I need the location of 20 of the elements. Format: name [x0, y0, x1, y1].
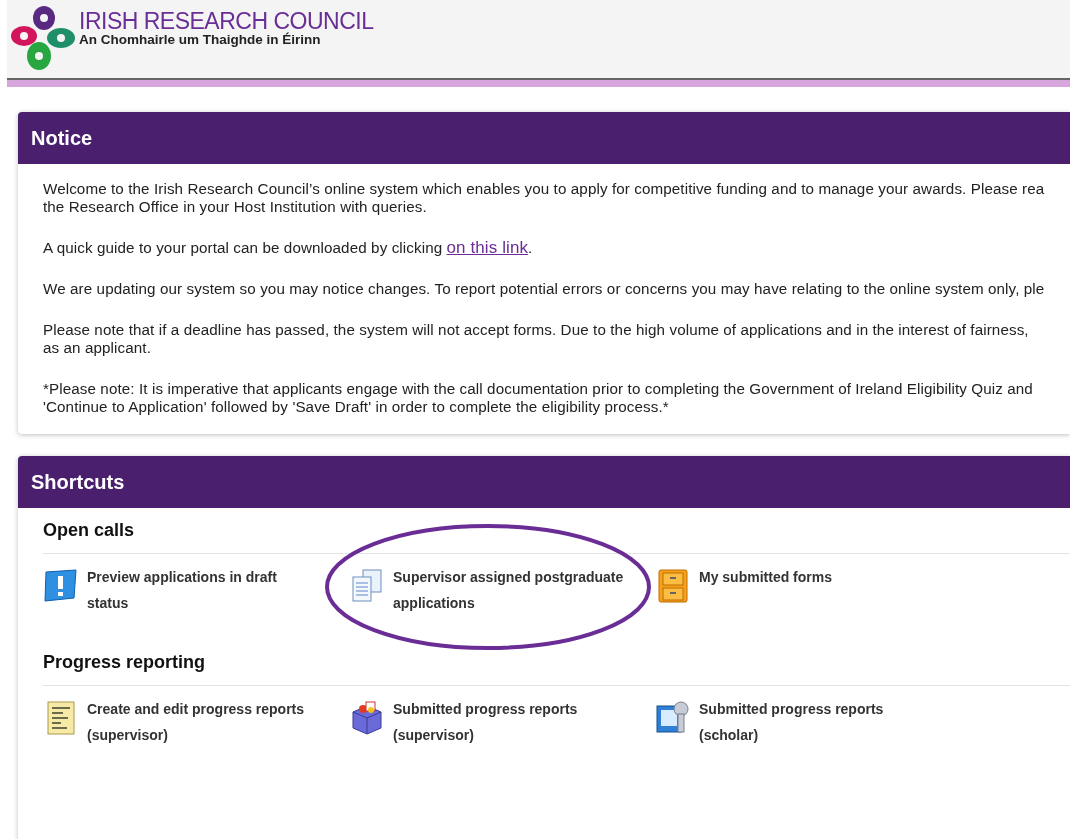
shortcuts-title: Shortcuts [31, 470, 125, 494]
notice-title: Notice [31, 126, 93, 150]
shortcut-link[interactable]: Submitted progress reports (scholar) [699, 696, 931, 748]
notice-paragraph: A quick guide to your portal can be downloaded by clicking on this link. [43, 239, 534, 257]
logo-title: IRISH RESEARCH COUNCIL [79, 9, 374, 33]
notice-paragraph: Please note that if a deadline has passed, the system will not accept forms. Due to the high volume of applications and in the interest of fairness, as an applicant. [43, 321, 1030, 357]
shortcut-link[interactable]: Submitted progress reports (supervisor) [393, 696, 625, 748]
notice-sheet-icon[interactable] [43, 568, 79, 604]
section-heading: Open calls [43, 520, 1070, 554]
box-icon[interactable] [349, 700, 385, 736]
filing-cabinet-icon[interactable] [655, 568, 691, 604]
notice-paragraph: We are updating our system so you may notice changes. To report potential errors or concerns you may have relating to the online system only, ple [43, 280, 1046, 298]
notice-paragraph: *Please note: It is imperative that applicants engage with the call documentation prior to completing the Government of Ireland Eligibility Quiz and 'Continue to Application' followed by 'Save Draft' in order to complete the eligibility process.* [43, 380, 1034, 416]
monitor-key-icon[interactable] [655, 700, 691, 736]
logo-subtitle: An Chomhairle um Thaighde in Éirinn [79, 33, 322, 47]
notice-paragraph: Welcome to the Irish Research Council’s online system which enables you to apply for competitive funding and to manage your awards. Please rea the Research Office in your Host Institution with queries. [43, 180, 1046, 216]
section-heading: Progress reporting [43, 652, 1070, 686]
shortcut-link[interactable]: Preview applications in draft status [87, 564, 319, 616]
shortcut-link[interactable]: Create and edit progress reports (supervisor) [87, 696, 319, 748]
shortcut-link[interactable]: My submitted forms [699, 564, 832, 590]
